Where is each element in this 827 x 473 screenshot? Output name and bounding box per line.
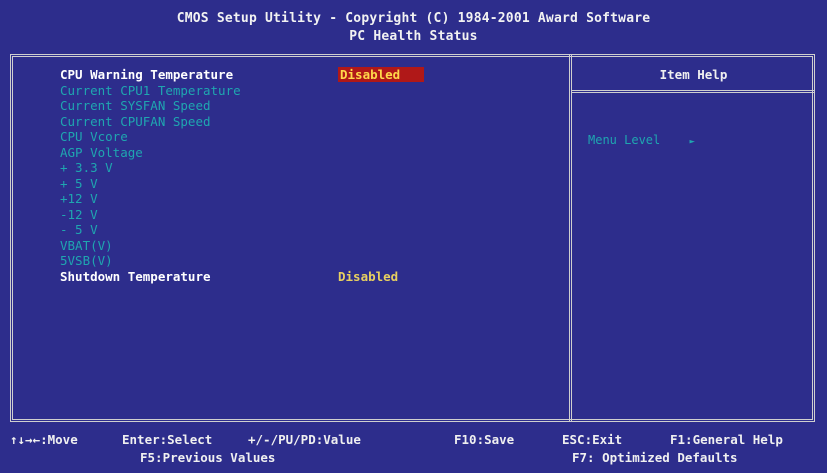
setting-label: + 5 V <box>60 175 98 191</box>
key-hint-optimized-defaults: F7: Optimized Defaults <box>572 450 738 465</box>
setting-row-3v3: + 3.3 V <box>60 160 560 176</box>
setting-label: - 5 V <box>60 222 98 237</box>
key-hint-select: Enter:Select <box>122 432 213 447</box>
header-title: CMOS Setup Utility - Copyright (C) 1984-… <box>176 11 651 26</box>
key-help-bar: ↑↓→←:Move Enter:Select +/-/PU/PD:Value F… <box>10 430 827 470</box>
menu-level: Menu Level ► <box>588 133 695 147</box>
setting-row-minus-12v: -12 V <box>60 207 560 223</box>
key-hint-save: F10:Save <box>454 432 515 447</box>
setting-label: Current CPU1 Temperature <box>60 82 241 98</box>
setting-row-5v: + 5 V <box>60 176 560 192</box>
bios-screen: CMOS Setup Utility - Copyright (C) 1984-… <box>0 0 827 473</box>
setting-row-minus-5v: - 5 V <box>60 222 560 238</box>
setting-row-5vsb: 5VSB(V) <box>60 253 560 269</box>
setting-row-current-cpu1-temperature: Current CPU1 Temperature <box>60 83 560 99</box>
setting-row-current-cpufan-speed: Current CPUFAN Speed <box>60 114 560 130</box>
key-hint-move: ↑↓→←:Move <box>10 432 78 447</box>
setting-row-current-sysfan-speed: Current SYSFAN Speed <box>60 98 560 114</box>
setting-row-12v: +12 V <box>60 191 560 207</box>
settings-list: CPU Warning Temperature Disabled Current… <box>60 67 560 284</box>
setting-label: -12 V <box>60 206 98 222</box>
help-divider <box>572 90 815 93</box>
setting-label: CPU Vcore <box>60 129 128 144</box>
setting-label: Current SYSFAN Speed <box>60 98 211 113</box>
setting-label: +12 V <box>60 191 98 206</box>
setting-label: Current CPUFAN Speed <box>60 113 211 129</box>
key-hint-help: F1:General Help <box>670 432 783 447</box>
setting-row-cpu-warning-temperature[interactable]: CPU Warning Temperature Disabled <box>60 67 560 83</box>
setting-row-agp-voltage: AGP Voltage <box>60 145 560 161</box>
setting-label: + 3.3 V <box>60 160 113 175</box>
setting-row-cpu-vcore: CPU Vcore <box>60 129 560 145</box>
setting-row-vbat: VBAT(V) <box>60 238 560 254</box>
key-hint-exit: ESC:Exit <box>562 432 623 447</box>
setting-label: AGP Voltage <box>60 144 143 160</box>
item-help-title: Item Help <box>659 67 728 82</box>
setting-value[interactable]: Disabled <box>338 269 398 285</box>
setting-row-shutdown-temperature[interactable]: Shutdown Temperature Disabled <box>60 269 560 285</box>
setting-label: VBAT(V) <box>60 237 113 253</box>
menu-level-label: Menu Level <box>588 133 661 147</box>
menu-level-arrow-icon: ► <box>689 137 695 147</box>
page-title: PC Health Status <box>349 29 478 44</box>
header: CMOS Setup Utility - Copyright (C) 1984-… <box>10 6 817 50</box>
key-hint-value: +/-/PU/PD:Value <box>248 432 361 447</box>
setting-label: CPU Warning Temperature <box>60 67 234 82</box>
setting-label: Shutdown Temperature <box>60 268 211 284</box>
panel-divider <box>569 54 572 422</box>
setting-label: 5VSB(V) <box>60 253 113 268</box>
key-hint-previous-values: F5:Previous Values <box>140 450 276 465</box>
setting-value-selected[interactable]: Disabled <box>338 67 425 82</box>
